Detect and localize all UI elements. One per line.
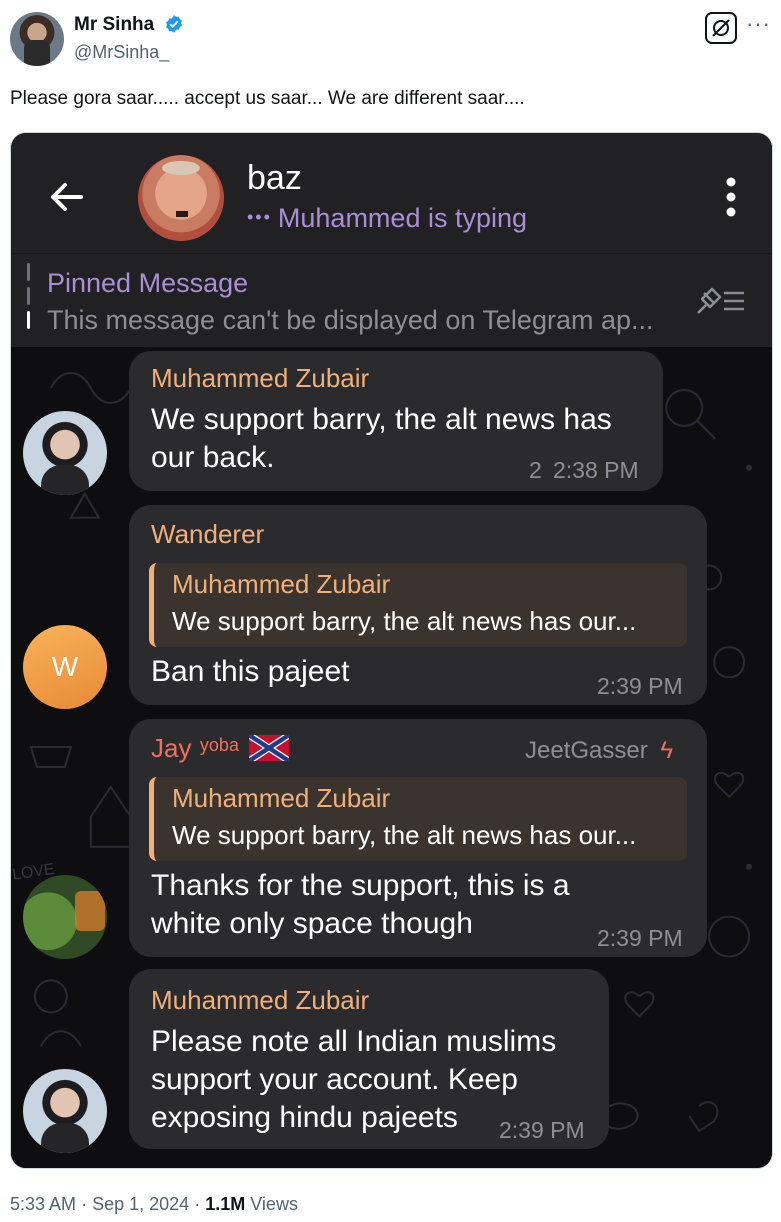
author-avatar[interactable] bbox=[10, 12, 64, 66]
sender-suffix: yoba bbox=[199, 734, 239, 755]
pinned-title: Pinned Message bbox=[47, 268, 249, 298]
message-text-line: We support barry, the alt news has bbox=[151, 403, 612, 436]
verified-badge-icon bbox=[166, 15, 182, 33]
message-time: 2:38 PM bbox=[553, 457, 639, 483]
attached-image[interactable]: baz ••• Muhammed is typing Pinned Message… bbox=[10, 132, 773, 1169]
message-text-line: exposing hindu pajeets bbox=[151, 1101, 458, 1134]
reply-count: 2 bbox=[529, 457, 542, 483]
sender-avatar bbox=[23, 875, 107, 959]
tweet-time[interactable]: 5:33 AM bbox=[10, 1194, 76, 1214]
typing-status-text: Muhammed is typing bbox=[277, 203, 528, 233]
sender-avatar: W bbox=[23, 625, 107, 709]
message-text-line: Ban this pajeet bbox=[151, 655, 350, 688]
sender-avatar bbox=[23, 411, 107, 495]
grok-icon[interactable] bbox=[705, 12, 737, 44]
sender-avatar bbox=[23, 1069, 107, 1153]
author-name[interactable]: Mr Sinha bbox=[74, 14, 154, 36]
back-arrow-icon bbox=[51, 183, 83, 211]
message-time: 2:39 PM bbox=[597, 925, 683, 951]
pinned-indicator bbox=[27, 263, 30, 333]
views-count[interactable]: 1.1M bbox=[205, 1194, 245, 1214]
pin-list-icon bbox=[697, 287, 744, 314]
message-time: 2:39 PM bbox=[499, 1117, 585, 1143]
message-sender-row: Jay yoba bbox=[151, 732, 292, 764]
member-tag-text: JeetGasser bbox=[525, 737, 648, 764]
tweet-meta: 5:33 AM · Sep 1, 2024 · 1.1M Views bbox=[10, 1194, 298, 1215]
confederate-flag-icon bbox=[247, 732, 292, 764]
message-text-line: Please note all Indian muslims bbox=[151, 1025, 557, 1058]
reply-quote[interactable]: Muhammed Zubair We support barry, the al… bbox=[149, 563, 687, 647]
tweet-header: Mr Sinha @MrSinha_ ··· bbox=[10, 10, 771, 70]
quote-sender: Muhammed Zubair bbox=[172, 783, 391, 813]
more-icon[interactable]: ··· bbox=[746, 13, 771, 35]
message-text-line: white only space though bbox=[151, 907, 473, 940]
quote-text: We support barry, the alt news has our..… bbox=[172, 820, 637, 850]
lightning-icon: ϟ bbox=[660, 737, 674, 764]
tweet-text: Please gora saar..... accept us saar... … bbox=[10, 88, 525, 109]
message-text-line: Thanks for the support, this is a bbox=[151, 869, 570, 902]
chat-avatar bbox=[138, 155, 224, 241]
tweet-date[interactable]: Sep 1, 2024 bbox=[92, 1194, 189, 1214]
typing-status: ••• Muhammed is typing bbox=[247, 203, 527, 234]
message-sender: Muhammed Zubair bbox=[151, 363, 370, 393]
pinned-text: This message can't be displayed on Teleg… bbox=[47, 305, 654, 335]
message-sender: Muhammed Zubair bbox=[151, 985, 370, 1015]
author-handle[interactable]: @MrSinha_ bbox=[74, 42, 169, 63]
message-sender: Wanderer bbox=[151, 519, 265, 549]
views-label: Views bbox=[250, 1194, 298, 1214]
quote-text: We support barry, the alt news has our..… bbox=[172, 606, 637, 636]
chat-area: LOVE Muhammed Zubair We support barry, t… bbox=[11, 347, 772, 1168]
typing-dots-icon: ••• bbox=[247, 207, 272, 227]
message-text-line: support your account. Keep bbox=[151, 1063, 518, 1096]
meta-separator: · bbox=[81, 1194, 88, 1214]
chat-title: baz bbox=[247, 159, 302, 197]
meta-separator: · bbox=[194, 1194, 201, 1214]
message-time: 2:39 PM bbox=[597, 673, 683, 699]
chat-header bbox=[11, 133, 772, 253]
message-text-line: our back. bbox=[151, 441, 275, 474]
reply-quote[interactable]: Muhammed Zubair We support barry, the al… bbox=[149, 777, 687, 861]
quote-sender: Muhammed Zubair bbox=[172, 569, 391, 599]
member-tag: JeetGasser ϟ bbox=[525, 737, 673, 765]
kebab-menu-icon bbox=[726, 177, 736, 217]
message-sender: Jay bbox=[151, 733, 192, 763]
